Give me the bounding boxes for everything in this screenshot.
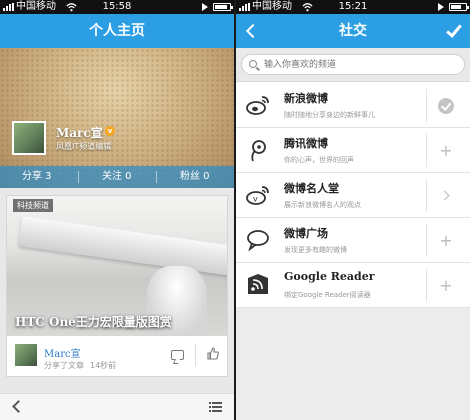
bottom-toolbar (0, 393, 234, 420)
menu-icon[interactable] (209, 401, 222, 413)
search-input[interactable] (241, 54, 465, 75)
stat-following[interactable]: 关注 0 (102, 166, 132, 188)
share-action: 分享了文章 (44, 361, 84, 370)
card-footer: Marc宣 分享了文章 14秒前 (7, 336, 227, 376)
arrow-right-icon[interactable] (438, 188, 454, 204)
channel-desc: 绑定Google Reader阅读器 (284, 291, 371, 299)
nav-bar: 社交 (236, 14, 470, 48)
user-name[interactable]: Marc宣 (56, 124, 103, 141)
channel-name: 新浪微博 (284, 92, 328, 105)
divider (426, 134, 427, 167)
channel-desc: 展示新浪微博名人的观点 (284, 201, 361, 209)
status-bar: 中国移动 15:21 (236, 0, 470, 14)
feed-card[interactable]: 科技频道 HTC One王力宏限量版图赏 Marc宣 分享了文章 14秒前 (6, 195, 228, 377)
channel-row-google-reader[interactable]: Google Reader 绑定Google Reader阅读器 + (236, 263, 470, 308)
channel-name: 微博广场 (284, 227, 328, 240)
channel-name: 腾讯微博 (284, 137, 328, 150)
channel-row-tencent-weibo[interactable]: 腾讯微博 你的心声，世界的回声 + (236, 128, 470, 173)
divider (426, 224, 427, 257)
channel-tag[interactable]: 科技频道 (13, 199, 53, 212)
divider (426, 179, 427, 212)
social-screen: 中国移动 15:21 社交 新浪微博 随时随地分享身边的新鲜事儿 (236, 0, 470, 420)
page-title: 社交 (339, 23, 367, 39)
back-icon[interactable] (12, 400, 25, 413)
verified-icon: v (105, 126, 115, 136)
avatar[interactable] (12, 121, 46, 155)
nav-bar: 个人主页 (0, 14, 234, 48)
phone-photo (18, 216, 227, 278)
search-bar (236, 48, 470, 82)
comment-icon[interactable] (171, 350, 184, 360)
author-name[interactable]: Marc宣 (44, 345, 81, 360)
weibo-celebrity-icon: v (246, 186, 269, 205)
channel-desc: 随时随地分享身边的新鲜事儿 (284, 111, 375, 119)
post-time: 14秒前 (90, 361, 117, 370)
play-icon (438, 3, 444, 11)
page-title: 个人主页 (89, 23, 145, 39)
divider (78, 171, 79, 183)
stat-shares[interactable]: 分享 3 (22, 166, 52, 188)
profile-screen: 中国移动 15:58 个人主页 Marc宣 v 凤凰IT频道编辑 分享 3 关注… (0, 0, 234, 420)
search-icon (249, 60, 257, 68)
empty-area (236, 308, 470, 420)
weibo-square-icon (247, 230, 269, 252)
status-bar: 中国移动 15:58 (0, 0, 234, 14)
channel-name: 微博名人堂 (284, 182, 339, 195)
clock: 15:21 (338, 1, 368, 12)
battery-icon (213, 3, 233, 11)
channel-row-weibo-square[interactable]: 微博广场 发现更多有趣的微博 + (236, 218, 470, 263)
author-avatar[interactable] (15, 344, 37, 366)
user-bio: 凤凰IT频道编辑 (56, 142, 112, 151)
google-reader-icon (248, 274, 268, 294)
like-icon[interactable] (207, 347, 219, 360)
tencent-weibo-icon (251, 140, 266, 162)
battery-icon (449, 3, 469, 11)
play-icon (202, 3, 208, 11)
plus-icon[interactable]: + (438, 233, 454, 249)
channel-desc: 发现更多有趣的微博 (284, 246, 347, 254)
clock: 15:58 (102, 1, 132, 12)
added-check-icon[interactable] (438, 98, 454, 114)
sina-weibo-icon (246, 96, 269, 115)
divider (156, 171, 157, 183)
divider (195, 344, 196, 366)
channel-row-weibo-celebrity[interactable]: v 微博名人堂 展示新浪微博名人的观点 (236, 173, 470, 218)
divider (426, 269, 427, 302)
channel-list: 新浪微博 随时随地分享身边的新鲜事儿 腾讯微博 你的心声，世界的回声 + v 微… (236, 83, 470, 308)
channel-name: Google Reader (284, 270, 375, 283)
article-title[interactable]: HTC One王力宏限量版图赏 (15, 313, 172, 330)
profile-stats: 分享 3 关注 0 粉丝 0 (0, 166, 234, 188)
channel-desc: 你的心声，世界的回声 (284, 156, 354, 164)
article-image[interactable]: 科技频道 HTC One王力宏限量版图赏 (7, 196, 227, 336)
stat-followers[interactable]: 粉丝 0 (180, 166, 210, 188)
plus-icon[interactable]: + (438, 143, 454, 159)
plus-icon[interactable]: + (438, 278, 454, 294)
channel-row-sina-weibo[interactable]: 新浪微博 随时随地分享身边的新鲜事儿 (236, 83, 470, 128)
author-meta: 分享了文章 14秒前 (44, 360, 116, 371)
divider (426, 89, 427, 122)
svg-text:v: v (253, 195, 258, 204)
